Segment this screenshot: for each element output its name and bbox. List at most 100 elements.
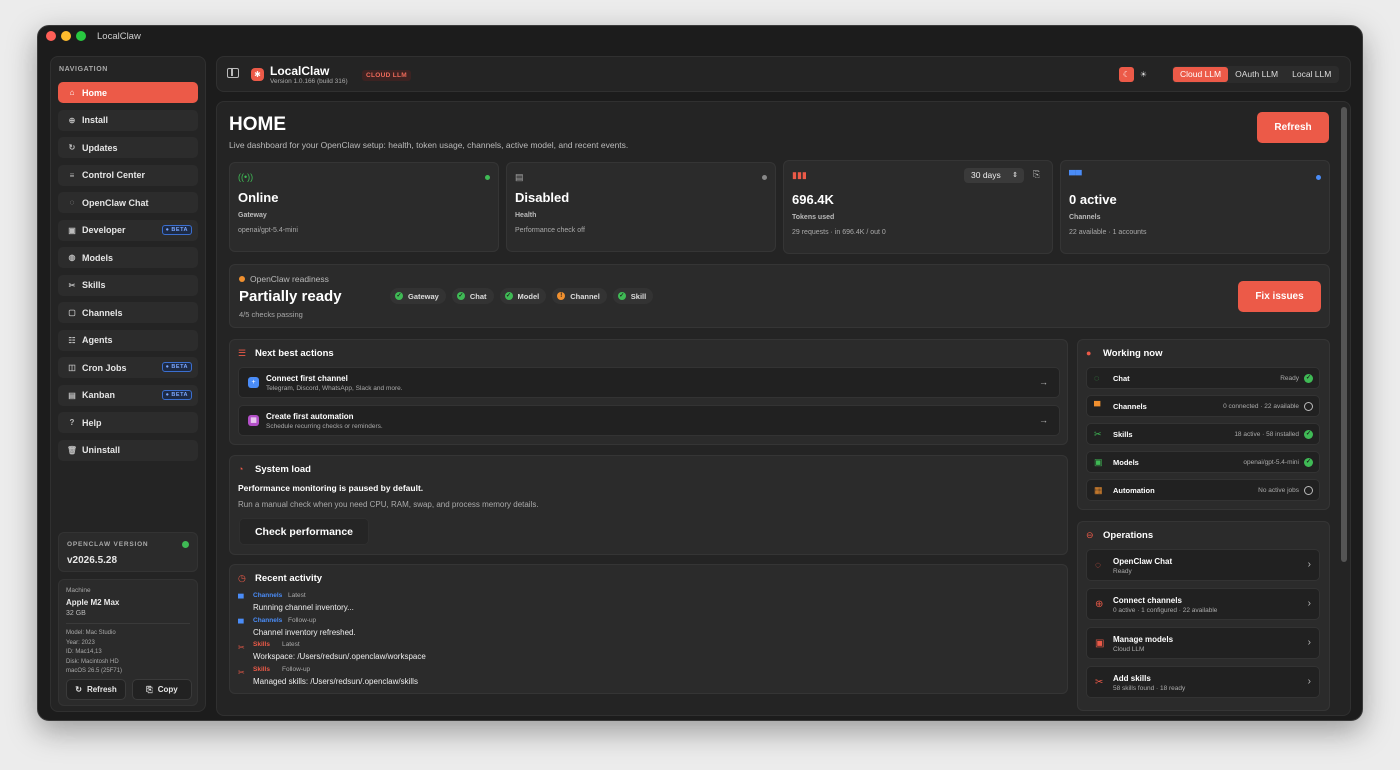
machine-refresh-button[interactable]: ↻ Refresh (66, 679, 126, 700)
working-item-automation[interactable]: ▦ Automation No active jobs (1086, 479, 1320, 501)
operation-openclaw-chat[interactable]: ◌ OpenClaw Chat Ready › (1086, 549, 1320, 581)
control-center-icon: ≡ (69, 170, 75, 180)
health-card[interactable]: ▤ Disabled Health Performance check off (506, 162, 776, 252)
skills-icon: ✂ (1094, 429, 1102, 439)
kanban-icon: ▤ (68, 390, 76, 400)
gateway-detail: openai/gpt-5.4-mini (238, 227, 298, 234)
sidebar-item-cron-jobs[interactable]: ◫ Cron Jobs ● BETA (58, 357, 198, 378)
operation-sub: 0 active · 1 configured · 22 available (1113, 607, 1218, 614)
gateway-card[interactable]: ((•)) Online Gateway openai/gpt-5.4-mini (229, 162, 499, 252)
machine-copy-button[interactable]: ⎘ Copy (132, 679, 192, 700)
sidebar-toggle-icon[interactable] (227, 68, 239, 78)
check-pill-channel[interactable]: ! Channel (552, 288, 607, 304)
days-range-select[interactable]: 30 days ⇕ (964, 168, 1024, 183)
mode-local-llm[interactable]: Local LLM (1285, 67, 1338, 82)
sidebar-item-models[interactable]: ◍ Models (58, 247, 198, 268)
action-connect-channel[interactable]: + Connect first channel Telegram, Discor… (238, 367, 1060, 398)
sidebar-item-label: Updates (82, 142, 118, 153)
working-item-skills[interactable]: ✂ Skills 18 active · 58 installed ✓ (1086, 423, 1320, 445)
check-icon: ✓ (617, 292, 626, 300)
operation-name: Manage models (1113, 635, 1174, 644)
dark-mode-moon-icon[interactable]: ☾ (1119, 67, 1134, 82)
skills-icon: ✂ (1095, 677, 1104, 688)
channels-detail: 22 available · 1 accounts (1069, 229, 1147, 236)
action-create-automation[interactable]: ▦ Create first automation Schedule recur… (238, 405, 1060, 436)
sidebar-item-skills[interactable]: ✂ Skills (58, 274, 198, 296)
chat-icon: ◌ (1094, 373, 1100, 383)
nav-section-label: NAVIGATION (59, 66, 108, 73)
check-pill-chat[interactable]: ✓ Chat (451, 288, 494, 304)
chat-icon: ◌ (1095, 560, 1101, 571)
operation-connect-channels[interactable]: ⊕ Connect channels 0 active · 1 configured… (1086, 588, 1320, 620)
check-pill-gateway[interactable]: ✓ Gateway (390, 288, 446, 304)
refresh-button[interactable]: Refresh (1257, 112, 1329, 143)
channels-card[interactable]: ▀▀ 0 active Channels 22 available · 1 ac… (1060, 160, 1330, 254)
sidebar-item-kanban[interactable]: ▤ Kanban ● BETA (58, 384, 198, 406)
chat-bubbles-icon: ▀▀ (1069, 170, 1082, 180)
arrow-right-icon: → (1039, 377, 1048, 387)
zoom-window-button[interactable] (76, 31, 86, 41)
check-pill-model[interactable]: ✓ Model (499, 288, 547, 304)
trash-icon: 🗑 (66, 445, 78, 455)
operation-manage-models[interactable]: ▣ Manage models Cloud LLM › (1086, 627, 1320, 659)
tokens-label: Tokens used (792, 214, 835, 221)
version-value: v2026.5.28 (67, 555, 118, 566)
content-scrollbar[interactable] (1341, 107, 1347, 562)
calendar-icon: ▦ (248, 415, 259, 426)
working-item-name: Skills (1113, 430, 1133, 439)
working-item-models[interactable]: ▣ Models openai/gpt-5.4-mini ✓ (1086, 451, 1320, 473)
light-mode-sun-icon[interactable]: ☀ (1136, 67, 1151, 82)
status-check-icon: ● (1086, 348, 1092, 358)
check-performance-button[interactable]: Check performance (239, 518, 369, 545)
sidebar-item-uninstall[interactable]: 🗑 Uninstall (58, 439, 198, 461)
sidebar-item-openclaw-chat[interactable]: ◌ OpenClaw Chat (58, 192, 198, 213)
check-circle-icon: ✓ (1304, 374, 1313, 383)
fix-issues-button[interactable]: Fix issues (1238, 281, 1321, 312)
chevron-updown-icon: ⇕ (1012, 172, 1018, 179)
sidebar-item-developer[interactable]: ▣ Developer ● BETA (58, 219, 198, 241)
working-now-card: ● Working now ◌ Chat Ready ✓ ▀ Channels 0 conn… (1077, 339, 1330, 510)
sidebar-item-agents[interactable]: ☷ Agents (58, 329, 198, 351)
version-status-dot (182, 541, 189, 548)
readiness-warn-dot (239, 276, 245, 282)
gateway-value: Online (238, 190, 279, 205)
sidebar-item-help[interactable]: ? Help (58, 412, 198, 433)
tokens-value: 696.4K (792, 192, 834, 207)
operation-add-skills[interactable]: ✂ Add skills 58 skills found · 18 ready › (1086, 666, 1320, 698)
sidebar-item-control-center[interactable]: ≡ Control Center (58, 164, 198, 186)
readiness-tag-label: OpenClaw readiness (250, 274, 329, 284)
activity-category: Skills (253, 641, 270, 648)
machine-id: ID: Mac14,13 (66, 649, 102, 656)
minimize-window-button[interactable] (61, 31, 71, 41)
mode-cloud-llm[interactable]: Cloud LLM (1173, 67, 1229, 82)
action-title: Connect first channel (266, 374, 348, 383)
mode-oauth-llm[interactable]: OAuth LLM (1228, 67, 1285, 82)
working-item-channels[interactable]: ▀ Channels 0 connected · 22 available (1086, 395, 1320, 417)
install-icon: ⊕ (68, 115, 76, 125)
app-version: Version 1.0.166 (build 316) (270, 78, 348, 85)
sidebar-item-label: Agents (82, 335, 113, 345)
working-item-chat[interactable]: ◌ Chat Ready ✓ (1086, 367, 1320, 389)
check-pill-skill[interactable]: ✓ Skill (612, 288, 654, 304)
channels-icon: ▢ (68, 308, 76, 317)
sidebar-item-channels[interactable]: ▢ Channels (58, 302, 198, 323)
tokens-card[interactable]: ▮▮▮ 30 days ⇕ ⎘ 696.4K Tokens used 29 re… (783, 160, 1053, 254)
activity-tag: Latest (288, 592, 306, 599)
close-window-button[interactable] (46, 31, 56, 41)
sidebar-item-install[interactable]: ⊕ Install (58, 109, 198, 131)
app-window: LocalClaw NAVIGATION ⌂ Home ⊕ Install ↻ Updat… (37, 25, 1363, 721)
gauge-icon: ◔ (238, 464, 244, 474)
next-actions-card: ☰ Next best actions + Connect first chan… (229, 339, 1068, 445)
clock-icon: ◷ (238, 573, 246, 583)
agents-icon: ☷ (68, 335, 76, 345)
copy-icon[interactable]: ⎘ (1033, 169, 1040, 180)
sidebar-item-updates[interactable]: ↻ Updates (58, 137, 198, 158)
app-name: LocalClaw (270, 64, 330, 78)
beta-badge: ● BETA (161, 224, 192, 235)
activity-tag: Follow-up (288, 616, 317, 624)
check-icon: ✓ (504, 292, 513, 300)
sidebar-item-home[interactable]: ⌂ Home (58, 82, 198, 103)
machine-refresh-label: Refresh (86, 685, 117, 694)
llm-mode-selector: Cloud LLM OAuth LLM Local LLM (1172, 66, 1340, 83)
sidebar: NAVIGATION ⌂ Home ⊕ Install ↻ Updates ≡ Control… (50, 56, 206, 712)
